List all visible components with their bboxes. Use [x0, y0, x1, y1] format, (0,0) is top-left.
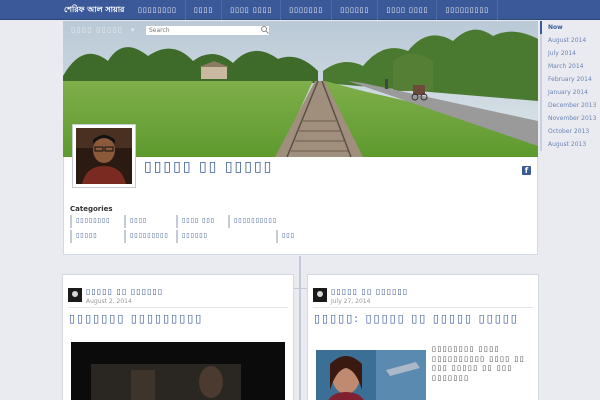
archive-item[interactable]: August 2014 — [540, 34, 600, 47]
post-title[interactable]: ▯▯▯▯▯: ▯▯▯▯▯ ▯▯ ▯▯▯▯▯ ▯▯▯▯▯ — [314, 312, 519, 325]
post-card: ▯▯▯▯▯ ▯▯ ▯▯▯▯▯▯ August 2, 2014 ▯▯▯▯▯▯▯ ▯… — [62, 274, 294, 400]
timeline-spine — [299, 256, 301, 400]
site-brand[interactable]: শেরিফ আল সায়ার — [64, 0, 124, 20]
nav-item-1[interactable]: ▯▯▯▯▯▯▯▯ — [130, 0, 186, 20]
divider — [313, 307, 533, 308]
post-author[interactable]: ▯▯▯▯▯ ▯▯ ▯▯▯▯▯▯ — [331, 287, 408, 296]
nav-item-2[interactable]: ▯▯▯▯ — [186, 0, 223, 20]
category-item[interactable]: ▯▯▯▯▯▯▯▯▯ — [124, 230, 176, 243]
facebook-icon[interactable]: f — [522, 166, 531, 175]
nav-item-7[interactable]: ▯▯▯▯▯▯▯▯▯ — [437, 0, 499, 20]
video-embed[interactable] — [71, 342, 285, 400]
category-item[interactable]: ▯▯▯ — [276, 230, 330, 243]
category-item[interactable]: ▯▯▯▯ ▯▯▯ — [176, 215, 228, 228]
nav-item-3[interactable]: ▯▯▯▯ ▯▯▯▯ — [222, 0, 282, 20]
avatar-photo — [76, 128, 132, 184]
archive-item[interactable]: December 2013 — [540, 99, 600, 112]
post-excerpt: ▯▯▯▯▯▯▯▯ ▯▯▯▯ ▯▯▯▯▯▯▯▯▯▯ ▯▯▯▯ ▯▯ ▯▯▯ ▯▯▯… — [432, 345, 526, 382]
post-author[interactable]: ▯▯▯▯▯ ▯▯ ▯▯▯▯▯▯ — [86, 287, 163, 296]
category-item[interactable]: ▯▯▯▯ — [124, 215, 176, 228]
categories-list: ▯▯▯▯▯▯▯▯ ▯▯▯▯ ▯▯▯▯ ▯▯▯ ▯▯▯▯▯▯▯▯▯▯ ▯▯▯▯▯ … — [70, 215, 330, 245]
divider — [68, 307, 288, 308]
archive-item[interactable]: July 2014 — [540, 47, 600, 60]
post-title[interactable]: ▯▯▯▯▯▯▯ ▯▯▯▯▯▯▯▯▯ — [69, 312, 203, 325]
top-bar: শেরিফ আল সায়ার ▯▯▯▯▯▯▯▯ ▯▯▯▯ ▯▯▯▯ ▯▯▯▯ … — [0, 0, 600, 20]
category-item[interactable]: ▯▯▯▯▯▯▯▯ — [70, 215, 124, 228]
category-item[interactable]: ▯▯▯▯▯ — [70, 230, 124, 243]
post-avatar[interactable] — [68, 288, 82, 302]
archive-item[interactable]: March 2014 — [540, 60, 600, 73]
archive-item[interactable]: January 2014 — [540, 86, 600, 99]
top-nav: ▯▯▯▯▯▯▯▯ ▯▯▯▯ ▯▯▯▯ ▯▯▯▯ ▯▯▯▯▯▯▯ ▯▯▯▯▯▯ ▯… — [130, 0, 499, 20]
category-item[interactable]: ▯▯▯▯▯▯▯▯▯▯ — [228, 215, 288, 228]
post-avatar[interactable] — [313, 288, 327, 302]
archive-item[interactable]: February 2014 — [540, 73, 600, 86]
timeline-connector — [294, 288, 300, 289]
archive-sidebar: Now August 2014 July 2014 March 2014 Feb… — [540, 21, 600, 151]
post-card: ▯▯▯▯▯ ▯▯ ▯▯▯▯▯▯ July 27, 2014 ▯▯▯▯▯: ▯▯▯… — [307, 274, 539, 400]
post-thumbnail[interactable] — [316, 350, 426, 400]
search-input[interactable]: Search — [145, 25, 270, 36]
category-item[interactable]: ▯▯▯▯▯▯ — [176, 230, 276, 243]
archive-item-now[interactable]: Now — [540, 21, 600, 34]
nav-item-5[interactable]: ▯▯▯▯▯▯ — [332, 0, 379, 20]
archive-item[interactable]: October 2013 — [540, 125, 600, 138]
nav-item-4[interactable]: ▯▯▯▯▯▯▯ — [281, 0, 333, 20]
archive-item[interactable]: November 2013 — [540, 112, 600, 125]
page-title: ▯▯▯▯▯ ▯▯ ▯▯▯▯▯ — [144, 159, 274, 175]
search-icon[interactable] — [260, 25, 270, 35]
post-date[interactable]: July 27, 2014 — [331, 298, 370, 305]
nav-item-6[interactable]: ▯▯▯▯ ▯▯▯▯ — [378, 0, 438, 20]
video-frame — [71, 342, 285, 400]
chevron-down-icon[interactable]: ▾ — [131, 26, 135, 34]
profile-menu-label[interactable]: ▯▯▯▯ ▯▯▯▯▯ — [71, 25, 123, 34]
movie-poster-image — [316, 350, 426, 400]
post-date[interactable]: August 2, 2014 — [86, 298, 132, 305]
profile-card: ▯▯▯▯▯ ▯▯ ▯▯▯▯▯ f Categories ▯▯▯▯▯▯▯▯ ▯▯▯… — [63, 124, 538, 255]
categories-heading: Categories — [70, 205, 113, 213]
avatar[interactable] — [72, 124, 136, 188]
archive-item[interactable]: August 2013 — [540, 138, 600, 151]
